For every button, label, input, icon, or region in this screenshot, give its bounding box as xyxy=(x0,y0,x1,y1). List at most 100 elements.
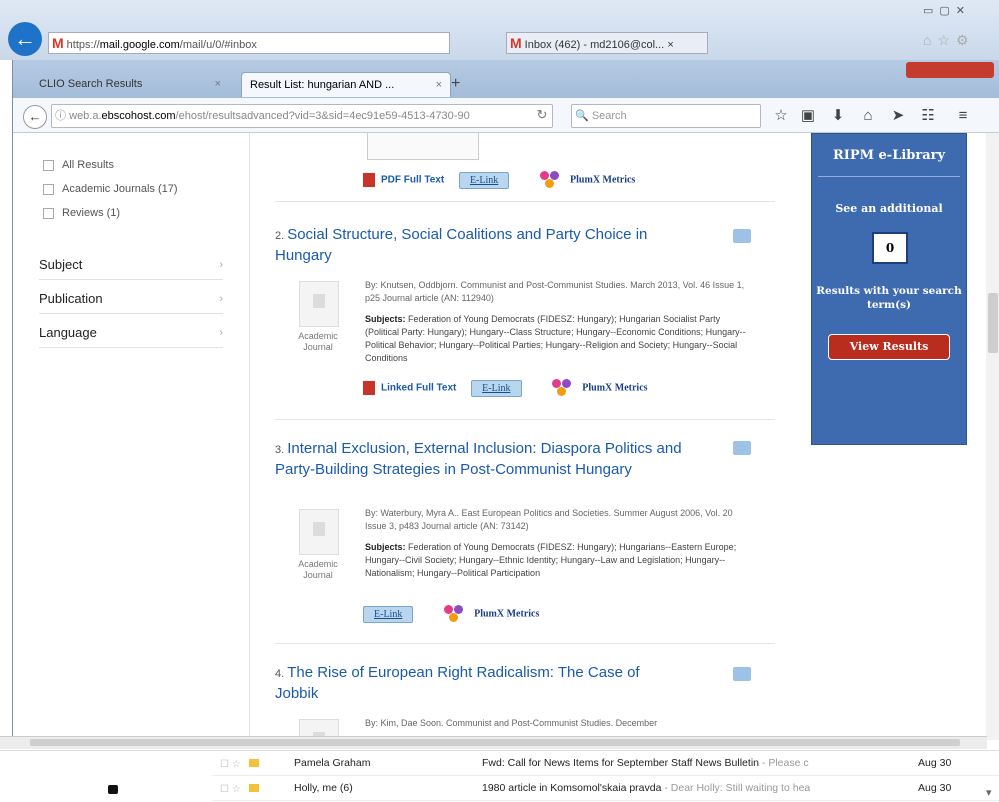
checkbox[interactable] xyxy=(43,183,54,195)
checkbox[interactable] xyxy=(43,207,54,219)
close-icon[interactable]: × xyxy=(436,73,442,97)
filter-all-results[interactable]: All Results xyxy=(43,159,114,171)
back-button[interactable]: ← xyxy=(23,105,47,129)
filter-reviews[interactable]: Reviews (1) xyxy=(43,207,120,219)
result-preview-image xyxy=(367,133,479,160)
add-to-folder-icon[interactable] xyxy=(733,667,751,681)
plumx-metrics-link[interactable]: PlumX Metrics xyxy=(540,171,635,189)
plumx-metrics-link[interactable]: PlumX Metrics xyxy=(552,379,648,397)
bookmark-star-icon[interactable]: ☆ xyxy=(771,106,791,126)
facet-subject[interactable]: Subject › xyxy=(39,251,223,280)
search-box[interactable]: 🔍 Search xyxy=(571,104,761,128)
plumx-icon xyxy=(444,605,464,623)
url-path: /ehost/resultsadvanced?vid=3&sid=4ec91e5… xyxy=(175,110,470,122)
email-row[interactable]: ☐ ☆ Pamela Graham Fwd: Call for News Ite… xyxy=(212,751,999,776)
ripm-heading: RIPM e-Library xyxy=(832,148,946,163)
view-results-button[interactable]: View Results xyxy=(828,334,950,360)
subjects-label: Subjects: xyxy=(365,314,406,324)
result-title[interactable]: 3. Internal Exclusion, External Inclusion… xyxy=(275,439,685,479)
add-to-folder-icon[interactable] xyxy=(733,441,751,455)
result-1-links: PDF Full Text E-Link PlumX Metrics xyxy=(363,171,635,193)
url-prefix: web.a. xyxy=(69,110,102,122)
linked-full-text-link[interactable]: Linked Full Text xyxy=(381,383,456,394)
result-title-text[interactable]: Social Structure, Social Coalitions and … xyxy=(275,226,647,264)
home-icon[interactable]: ⌂ xyxy=(858,106,878,126)
facet-publication[interactable]: Publication › xyxy=(39,285,223,314)
tab-label: CLIO Search Results xyxy=(39,78,143,90)
plumx-icon xyxy=(552,379,572,397)
result-title[interactable]: 4. The Rise of European Right Radicalism:… xyxy=(275,663,685,703)
subjects-text[interactable]: Federation of Young Democrats (FIDESZ: H… xyxy=(365,542,736,578)
divider xyxy=(275,419,775,420)
linked-full-text-icon xyxy=(363,381,375,395)
download-icon[interactable]: ⬇ xyxy=(828,106,848,126)
email-subject: 1980 article in Komsomol'skaia pravda xyxy=(482,782,662,794)
scrollbar-thumb[interactable] xyxy=(988,293,998,353)
plumx-label: PlumX Metrics xyxy=(570,174,636,186)
window-controls[interactable] xyxy=(906,62,994,78)
ie-address-bar[interactable]: Mhttps://mail.google.com/mail/u/0/#inbox xyxy=(48,32,450,54)
translate-icon[interactable]: ☷ xyxy=(918,106,938,126)
result-title-text[interactable]: Internal Exclusion, External Inclusion: … xyxy=(275,440,682,478)
elink-button[interactable]: E-Link xyxy=(363,605,414,623)
chevron-down-icon[interactable]: ▾ xyxy=(986,786,992,799)
tab-strip: CLIO Search Results × Result List: hungar… xyxy=(13,60,999,98)
ie-tab-inbox[interactable]: M Inbox (462) - md2106@col... × xyxy=(506,32,708,54)
email-row-icons[interactable]: ☐ ☆ xyxy=(220,784,266,795)
reload-icon[interactable]: ↻ xyxy=(533,104,551,126)
facet-label: Language xyxy=(39,325,97,340)
reading-list-icon[interactable]: ▣ xyxy=(798,106,818,126)
elink-button[interactable]: E-Link xyxy=(471,379,522,397)
email-row-icons[interactable]: ☐ ☆ xyxy=(220,759,266,770)
chat-icon[interactable] xyxy=(108,785,118,794)
menu-icon[interactable]: ≡ xyxy=(953,106,973,126)
checkbox-label: All Results xyxy=(62,159,114,171)
label-icon xyxy=(248,759,259,767)
email-sender: Pamela Graham xyxy=(294,757,371,769)
result-title-text[interactable]: The Rise of European Right Radicalism: T… xyxy=(275,664,640,702)
result-byline: By: Kim, Dae Soon. Communist and Post-Co… xyxy=(365,718,658,728)
email-subject: Fwd: Call for News Items for September S… xyxy=(482,757,759,769)
tab-result-list[interactable]: Result List: hungarian AND ... × xyxy=(241,72,451,97)
firefox-window: CLIO Search Results × Result List: hungar… xyxy=(12,60,999,740)
scrollbar-thumb[interactable] xyxy=(30,739,960,746)
new-tab-button[interactable]: + xyxy=(451,72,471,96)
email-date: Aug 30 xyxy=(918,782,952,794)
checkbox[interactable] xyxy=(43,159,54,171)
close-icon[interactable]: × xyxy=(667,39,673,51)
divider xyxy=(275,201,775,202)
add-to-folder-icon[interactable] xyxy=(733,229,751,243)
ie-back-button[interactable]: ← xyxy=(8,22,42,56)
facet-label: Publication xyxy=(39,291,103,306)
facet-label: Subject xyxy=(39,257,83,272)
gmail-icon: M xyxy=(510,35,522,51)
vertical-scrollbar[interactable] xyxy=(986,133,999,740)
pocket-icon[interactable]: ➤ xyxy=(888,106,908,126)
plumx-metrics-link[interactable]: PlumX Metrics xyxy=(444,605,539,623)
ie-home-star-gear-icons[interactable]: ⌂☆⚙ xyxy=(923,32,993,50)
tab-clio-search[interactable]: CLIO Search Results × xyxy=(31,72,229,96)
ie-window-controls[interactable]: ▭▢✕ xyxy=(923,4,993,20)
pdf-full-text-link[interactable]: PDF Full Text xyxy=(381,175,444,186)
plumx-label: PlumX Metrics xyxy=(474,608,540,620)
facet-language[interactable]: Language › xyxy=(39,319,223,348)
ripm-results-with: Results with your search term(s) xyxy=(816,285,962,311)
email-subject-line: 1980 article in Komsomol'skaia pravda - … xyxy=(482,776,902,800)
ripm-see-additional: See an additional xyxy=(835,202,943,215)
ripm-result-count: 0 xyxy=(872,232,908,264)
gmail-inbox-list: ☐ ☆ Pamela Graham Fwd: Call for News Ite… xyxy=(0,750,999,802)
search-placeholder: Search xyxy=(591,110,627,122)
chevron-right-icon: › xyxy=(219,259,223,271)
filter-academic-journals[interactable]: Academic Journals (17) xyxy=(43,183,178,195)
elink-button[interactable]: E-Link xyxy=(458,171,510,189)
close-icon[interactable]: × xyxy=(215,72,221,96)
email-subject-line: Fwd: Call for News Items for September S… xyxy=(482,751,902,775)
ie-url-rest: /mail/u/0/#inbox xyxy=(179,39,257,51)
url-bar[interactable]: ⓘ web.a.ebscohost.com/ehost/resultsadvan… xyxy=(51,104,553,128)
email-row[interactable]: ☐ ☆ Holly, me (6) 1980 article in Komsom… xyxy=(212,776,999,801)
divider xyxy=(818,176,960,177)
subjects-text[interactable]: Federation of Young Democrats (FIDESZ: H… xyxy=(365,314,746,363)
result-subjects: Subjects: Federation of Young Democrats … xyxy=(365,313,755,365)
publication-type: Academic Journal xyxy=(298,331,338,352)
result-title[interactable]: 2. Social Structure, Social Coalitions an… xyxy=(275,225,685,265)
